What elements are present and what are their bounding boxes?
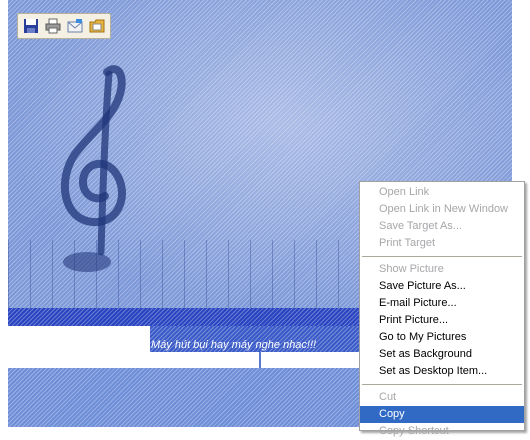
menu-separator — [362, 256, 522, 257]
menu-item-print-picture[interactable]: Print Picture... — [360, 312, 524, 329]
menu-item-show-picture[interactable]: Show Picture — [360, 261, 524, 278]
menu-item-go-to-my-pictures[interactable]: Go to My Pictures — [360, 329, 524, 346]
treble-clef-graphic — [60, 65, 126, 272]
menu-item-open-link-new-window[interactable]: Open Link in New Window — [360, 201, 524, 218]
print-icon[interactable] — [45, 18, 61, 34]
menu-item-copy[interactable]: Copy — [360, 406, 524, 423]
context-menu: Open Link Open Link in New Window Save T… — [359, 181, 525, 437]
menu-separator — [362, 384, 522, 385]
picture-caption: Máy hút bụi hay máy nghe nhạc!!! — [151, 339, 317, 351]
image-toolbar — [17, 13, 111, 39]
menu-item-copy-shortcut[interactable]: Copy Shortcut — [360, 423, 524, 440]
menu-item-cut[interactable]: Cut — [360, 389, 524, 406]
menu-item-email-picture[interactable]: E-mail Picture... — [360, 295, 524, 312]
menu-item-save-target-as[interactable]: Save Target As... — [360, 218, 524, 235]
center-divider — [259, 352, 261, 368]
menu-item-open-link[interactable]: Open Link — [360, 184, 524, 201]
menu-item-set-as-desktop-item[interactable]: Set as Desktop Item... — [360, 363, 524, 380]
folder-icon[interactable] — [89, 18, 105, 34]
email-icon[interactable] — [67, 18, 83, 34]
menu-item-save-picture-as[interactable]: Save Picture As... — [360, 278, 524, 295]
menu-item-print-target[interactable]: Print Target — [360, 235, 524, 252]
menu-item-set-as-background[interactable]: Set as Background — [360, 346, 524, 363]
save-icon[interactable] — [23, 18, 39, 34]
